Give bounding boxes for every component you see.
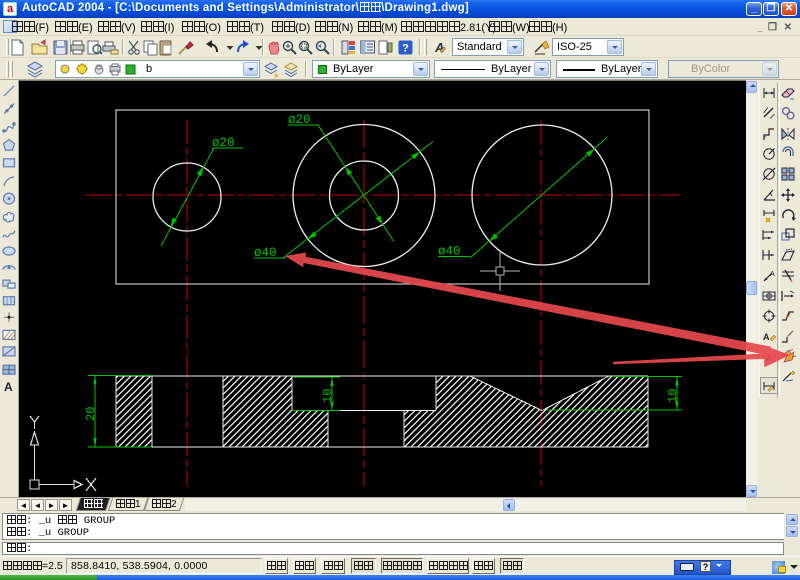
svg-text:A: A [763,332,770,342]
svg-text:A: A [770,271,775,278]
svg-text:A: A [766,353,773,363]
svg-text:A: A [434,40,444,55]
svg-text:?: ? [402,43,409,55]
svg-text:A: A [4,380,13,394]
